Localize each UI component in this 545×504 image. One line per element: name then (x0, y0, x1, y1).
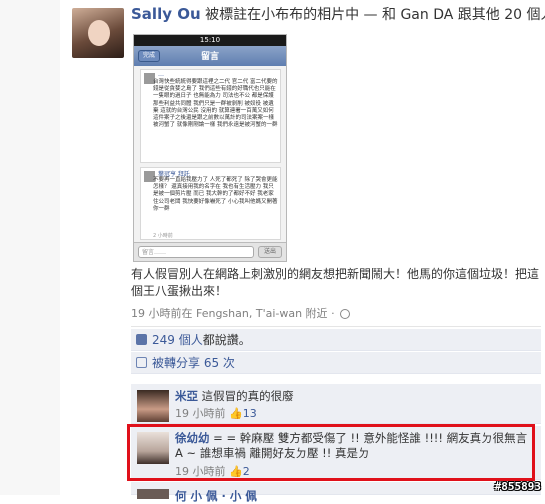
comment-item: 何 小 佩 · 小 佩 (131, 482, 541, 503)
story-header-text: 被標註在小布布的相片中 — 和 Gan DA 跟其他 20 個人 (205, 7, 545, 23)
phone-comment-text: 台灣快些統統得要跟這裡之二代 官二代 富二代要的錢是從貪婪之島了 我們這些有錢的… (153, 79, 278, 129)
likes-row: 249 個人都說讚。 (131, 329, 541, 351)
likes-suffix: 都說讚。 (202, 333, 251, 347)
thumbs-up-icon (136, 334, 147, 345)
story-timestamp[interactable]: 19 小時前在 Fengshan, T'ai-wan 附近 (131, 307, 328, 320)
phone-comment-text: 不要再一直給我壓力了 人死了都死了 除了哭會更能怎樣？ 還真接用我的名字在 我也… (153, 177, 278, 212)
phone-status-bar: 15:10 (134, 35, 286, 46)
commenter-avatar[interactable] (137, 489, 169, 499)
comment-time[interactable]: 19 小時前 (175, 407, 226, 420)
phone-comment: 葉冠亨 拜託 不要再一直給我壓力了 人死了都死了 除了哭會更能怎樣？ 還真接用我… (140, 167, 281, 240)
tagged-photo[interactable]: 15:10 完成 留言 … 台灣快些統統得要跟這裡之二代 官二代 富二代要的錢是… (133, 34, 287, 262)
comment-text: 這假冒的真的很廢 (201, 389, 294, 403)
comment-item: 米亞 這假冒的真的很廢 19 小時前 👍13 (131, 384, 541, 424)
story-header: Sally Ou 被標註在小布布的相片中 — 和 Gan DA 跟其他 20 個… (131, 5, 545, 24)
comment-like-count[interactable]: 👍13 (229, 407, 257, 420)
commenter-avatar[interactable] (137, 390, 169, 422)
phone-comment: … 台灣快些統統得要跟這裡之二代 官二代 富二代要的錢是從貪婪之島了 我們這些有… (140, 69, 281, 163)
phone-title: 留言 (200, 52, 219, 62)
avatar-face (88, 20, 110, 46)
phone-comment-input: 留言…… (138, 246, 254, 258)
commenter-name[interactable]: 米亞 (175, 389, 198, 403)
watermark: #855893 (494, 480, 541, 493)
share-icon (136, 357, 147, 368)
actor-avatar[interactable] (72, 8, 124, 58)
shares-link[interactable]: 被轉分享 65 次 (152, 356, 235, 370)
shares-row: 被轉分享 65 次 (131, 352, 541, 374)
phone-input-bar: 留言…… 送出 (134, 242, 286, 261)
status-time: 15:10 (199, 36, 221, 44)
phone-nav-bar: 完成 留言 (134, 46, 286, 66)
left-gutter (0, 0, 60, 495)
divider (131, 326, 541, 327)
actor-name-link[interactable]: Sally Ou (131, 5, 201, 23)
photo-caption: 有人假冒別人在網路上刺激別的網友想把新聞鬧大！他馬的你這個垃圾！把這個王八蛋揪出… (131, 267, 540, 298)
comment-meta: 19 小時前 👍13 (175, 405, 257, 421)
phone-comment-time: 2 小時前 (153, 233, 173, 239)
comment-body: 米亞 這假冒的真的很廢 (175, 389, 531, 404)
commenter-name[interactable]: 何 小 佩 · 小 佩 (175, 489, 531, 504)
phone-comment-name: … (158, 71, 164, 78)
comment-likes: 13 (242, 407, 257, 420)
highlight-box (127, 424, 535, 481)
likes-count-link[interactable]: 249 個人 (152, 333, 203, 347)
phone-send-button: 送出 (258, 246, 282, 258)
phone-comment-list: … 台灣快些統統得要跟這裡之二代 官二代 富二代要的錢是從貪婪之島了 我們這些有… (134, 66, 286, 242)
story-meta: 19 小時前在 Fengshan, T'ai-wan 附近 · (131, 305, 351, 321)
meta-separator: · (331, 307, 335, 320)
globe-icon[interactable] (340, 309, 351, 319)
